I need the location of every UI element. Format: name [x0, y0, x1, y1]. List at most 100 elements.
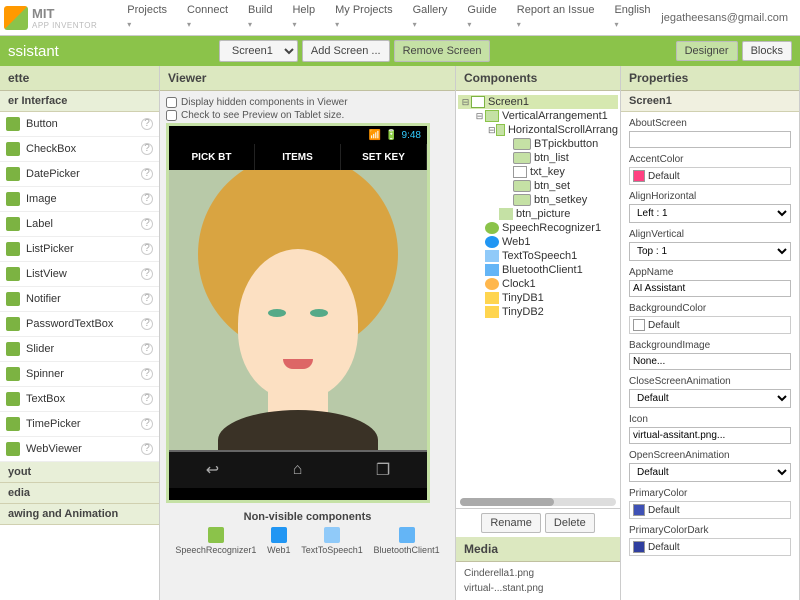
- tree-clock1[interactable]: Clock1: [458, 277, 618, 291]
- palette-cat-yout[interactable]: yout: [0, 462, 159, 483]
- nv-speechrecognizer1[interactable]: SpeechRecognizer1: [175, 527, 256, 555]
- palette-cat-edia[interactable]: edia: [0, 483, 159, 504]
- tree-txt_key[interactable]: txt_key: [458, 165, 618, 179]
- tablet-checkbox-row[interactable]: Check to see Preview on Tablet size.: [166, 110, 449, 121]
- phone-btn-set-key[interactable]: SET KEY: [341, 144, 427, 170]
- tree-btn_setkey[interactable]: btn_setkey: [458, 193, 618, 207]
- back-icon[interactable]: ↩: [206, 460, 219, 480]
- recent-icon[interactable]: ❐: [376, 460, 390, 480]
- help-icon[interactable]: ?: [141, 393, 153, 405]
- menu-report-an-issue[interactable]: Report an Issue▾: [507, 0, 605, 34]
- palette-listpicker[interactable]: ListPicker?: [0, 237, 159, 262]
- prop-appname-input[interactable]: [629, 280, 791, 297]
- tree-tinydb2[interactable]: TinyDB2: [458, 305, 618, 319]
- prop-backgroundcolor-picker[interactable]: Default: [629, 316, 791, 334]
- tablet-checkbox[interactable]: [166, 110, 177, 121]
- tree-web1[interactable]: Web1: [458, 235, 618, 249]
- help-icon[interactable]: ?: [141, 368, 153, 380]
- palette-datepicker[interactable]: DatePicker?: [0, 162, 159, 187]
- tree-btn_picture[interactable]: btn_picture: [458, 207, 618, 221]
- palette-checkbox[interactable]: CheckBox?: [0, 137, 159, 162]
- palette-timepicker[interactable]: TimePicker?: [0, 412, 159, 437]
- prop-primarycolordark-picker[interactable]: Default: [629, 538, 791, 556]
- help-icon[interactable]: ?: [141, 268, 153, 280]
- prop-openscreenanimation-select[interactable]: Default: [629, 463, 791, 482]
- tree-tinydb1[interactable]: TinyDB1: [458, 291, 618, 305]
- prop-aboutscreen-input[interactable]: [629, 131, 791, 148]
- menu-gallery[interactable]: Gallery▾: [403, 0, 458, 34]
- help-icon[interactable]: ?: [141, 193, 153, 205]
- help-icon[interactable]: ?: [141, 418, 153, 430]
- palette-slider[interactable]: Slider?: [0, 337, 159, 362]
- remove-screen-button[interactable]: Remove Screen: [394, 40, 491, 62]
- rename-button[interactable]: Rename: [481, 513, 541, 533]
- help-icon[interactable]: ?: [141, 318, 153, 330]
- menu-guide[interactable]: Guide▾: [457, 0, 506, 34]
- prop-aboutscreen: AboutScreen: [629, 118, 791, 148]
- delete-button[interactable]: Delete: [545, 513, 595, 533]
- palette-textbox[interactable]: TextBox?: [0, 387, 159, 412]
- help-icon[interactable]: ?: [141, 443, 153, 455]
- help-icon[interactable]: ?: [141, 168, 153, 180]
- screen-selector[interactable]: Screen1: [219, 40, 298, 62]
- palette-image[interactable]: Image?: [0, 187, 159, 212]
- menu-build[interactable]: Build▾: [238, 0, 282, 34]
- tree-btn_set[interactable]: btn_set: [458, 179, 618, 193]
- help-icon[interactable]: ?: [141, 343, 153, 355]
- tree-speechrecognizer1[interactable]: SpeechRecognizer1: [458, 221, 618, 235]
- help-icon[interactable]: ?: [141, 218, 153, 230]
- tree-texttospeech1[interactable]: TextToSpeech1: [458, 249, 618, 263]
- prop-alignhorizontal-select[interactable]: Left : 1: [629, 204, 791, 223]
- nv-bluetoothclient1[interactable]: BluetoothClient1: [374, 527, 440, 555]
- palette-passwordtextbox[interactable]: PasswordTextBox?: [0, 312, 159, 337]
- toggle-icon[interactable]: ⊟: [488, 125, 496, 136]
- hidden-checkbox-row[interactable]: Display hidden components in Viewer: [166, 97, 449, 108]
- media-virtual-...stant.png[interactable]: virtual-...stant.png: [464, 581, 612, 596]
- menu-help[interactable]: Help▾: [282, 0, 325, 34]
- blocks-button[interactable]: Blocks: [742, 41, 792, 61]
- home-icon[interactable]: ⌂: [293, 461, 303, 479]
- designer-button[interactable]: Designer: [676, 41, 738, 61]
- add-screen-button[interactable]: Add Screen ...: [302, 40, 390, 62]
- prop-accentcolor-picker[interactable]: Default: [629, 167, 791, 185]
- media-Cinderella1.png[interactable]: Cinderella1.png: [464, 566, 612, 581]
- palette-webviewer[interactable]: WebViewer?: [0, 437, 159, 462]
- palette-button[interactable]: Button?: [0, 112, 159, 137]
- user-email[interactable]: jegatheesans@gmail.com: [661, 12, 796, 24]
- toggle-icon[interactable]: ⊟: [474, 111, 485, 122]
- help-icon[interactable]: ?: [141, 293, 153, 305]
- phone-btn-items[interactable]: ITEMS: [255, 144, 341, 170]
- phone-screen[interactable]: [169, 170, 427, 450]
- palette-notifier[interactable]: Notifier?: [0, 287, 159, 312]
- tree-btn_list[interactable]: btn_list: [458, 151, 618, 165]
- help-icon[interactable]: ?: [141, 143, 153, 155]
- tree-screen1[interactable]: ⊟Screen1: [458, 95, 618, 109]
- prop-primarycolor-picker[interactable]: Default: [629, 501, 791, 519]
- palette-listview[interactable]: ListView?: [0, 262, 159, 287]
- prop-alignvertical-select[interactable]: Top : 1: [629, 242, 791, 261]
- nv-web1[interactable]: Web1: [267, 527, 290, 555]
- sr-icon: [485, 222, 499, 234]
- tree-horizontalscrollarrang[interactable]: ⊟HorizontalScrollArrang: [458, 123, 618, 137]
- palette-spinner[interactable]: Spinner?: [0, 362, 159, 387]
- toggle-icon[interactable]: ⊟: [460, 97, 471, 108]
- help-icon[interactable]: ?: [141, 118, 153, 130]
- tree-verticalarrangement1[interactable]: ⊟VerticalArrangement1: [458, 109, 618, 123]
- tree-scrollbar[interactable]: [460, 498, 616, 506]
- palette-cat-awing-and-animation[interactable]: awing and Animation: [0, 504, 159, 525]
- tree-btpickbutton[interactable]: BTpickbutton: [458, 137, 618, 151]
- prop-backgroundimage-input[interactable]: [629, 353, 791, 370]
- tree-bluetoothclient1[interactable]: BluetoothClient1: [458, 263, 618, 277]
- prop-icon-input[interactable]: [629, 427, 791, 444]
- menu-connect[interactable]: Connect▾: [177, 0, 238, 34]
- cartoon-image: [169, 170, 427, 450]
- menu-projects[interactable]: Projects▾: [117, 0, 177, 34]
- menu-english[interactable]: English▾: [604, 0, 660, 34]
- hidden-checkbox[interactable]: [166, 97, 177, 108]
- phone-btn-pick-bt[interactable]: PICK BT: [169, 144, 255, 170]
- prop-closescreenanimation-select[interactable]: Default: [629, 389, 791, 408]
- palette-label[interactable]: Label?: [0, 212, 159, 237]
- nv-texttospeech1[interactable]: TextToSpeech1: [301, 527, 363, 555]
- help-icon[interactable]: ?: [141, 243, 153, 255]
- menu-my-projects[interactable]: My Projects▾: [325, 0, 402, 34]
